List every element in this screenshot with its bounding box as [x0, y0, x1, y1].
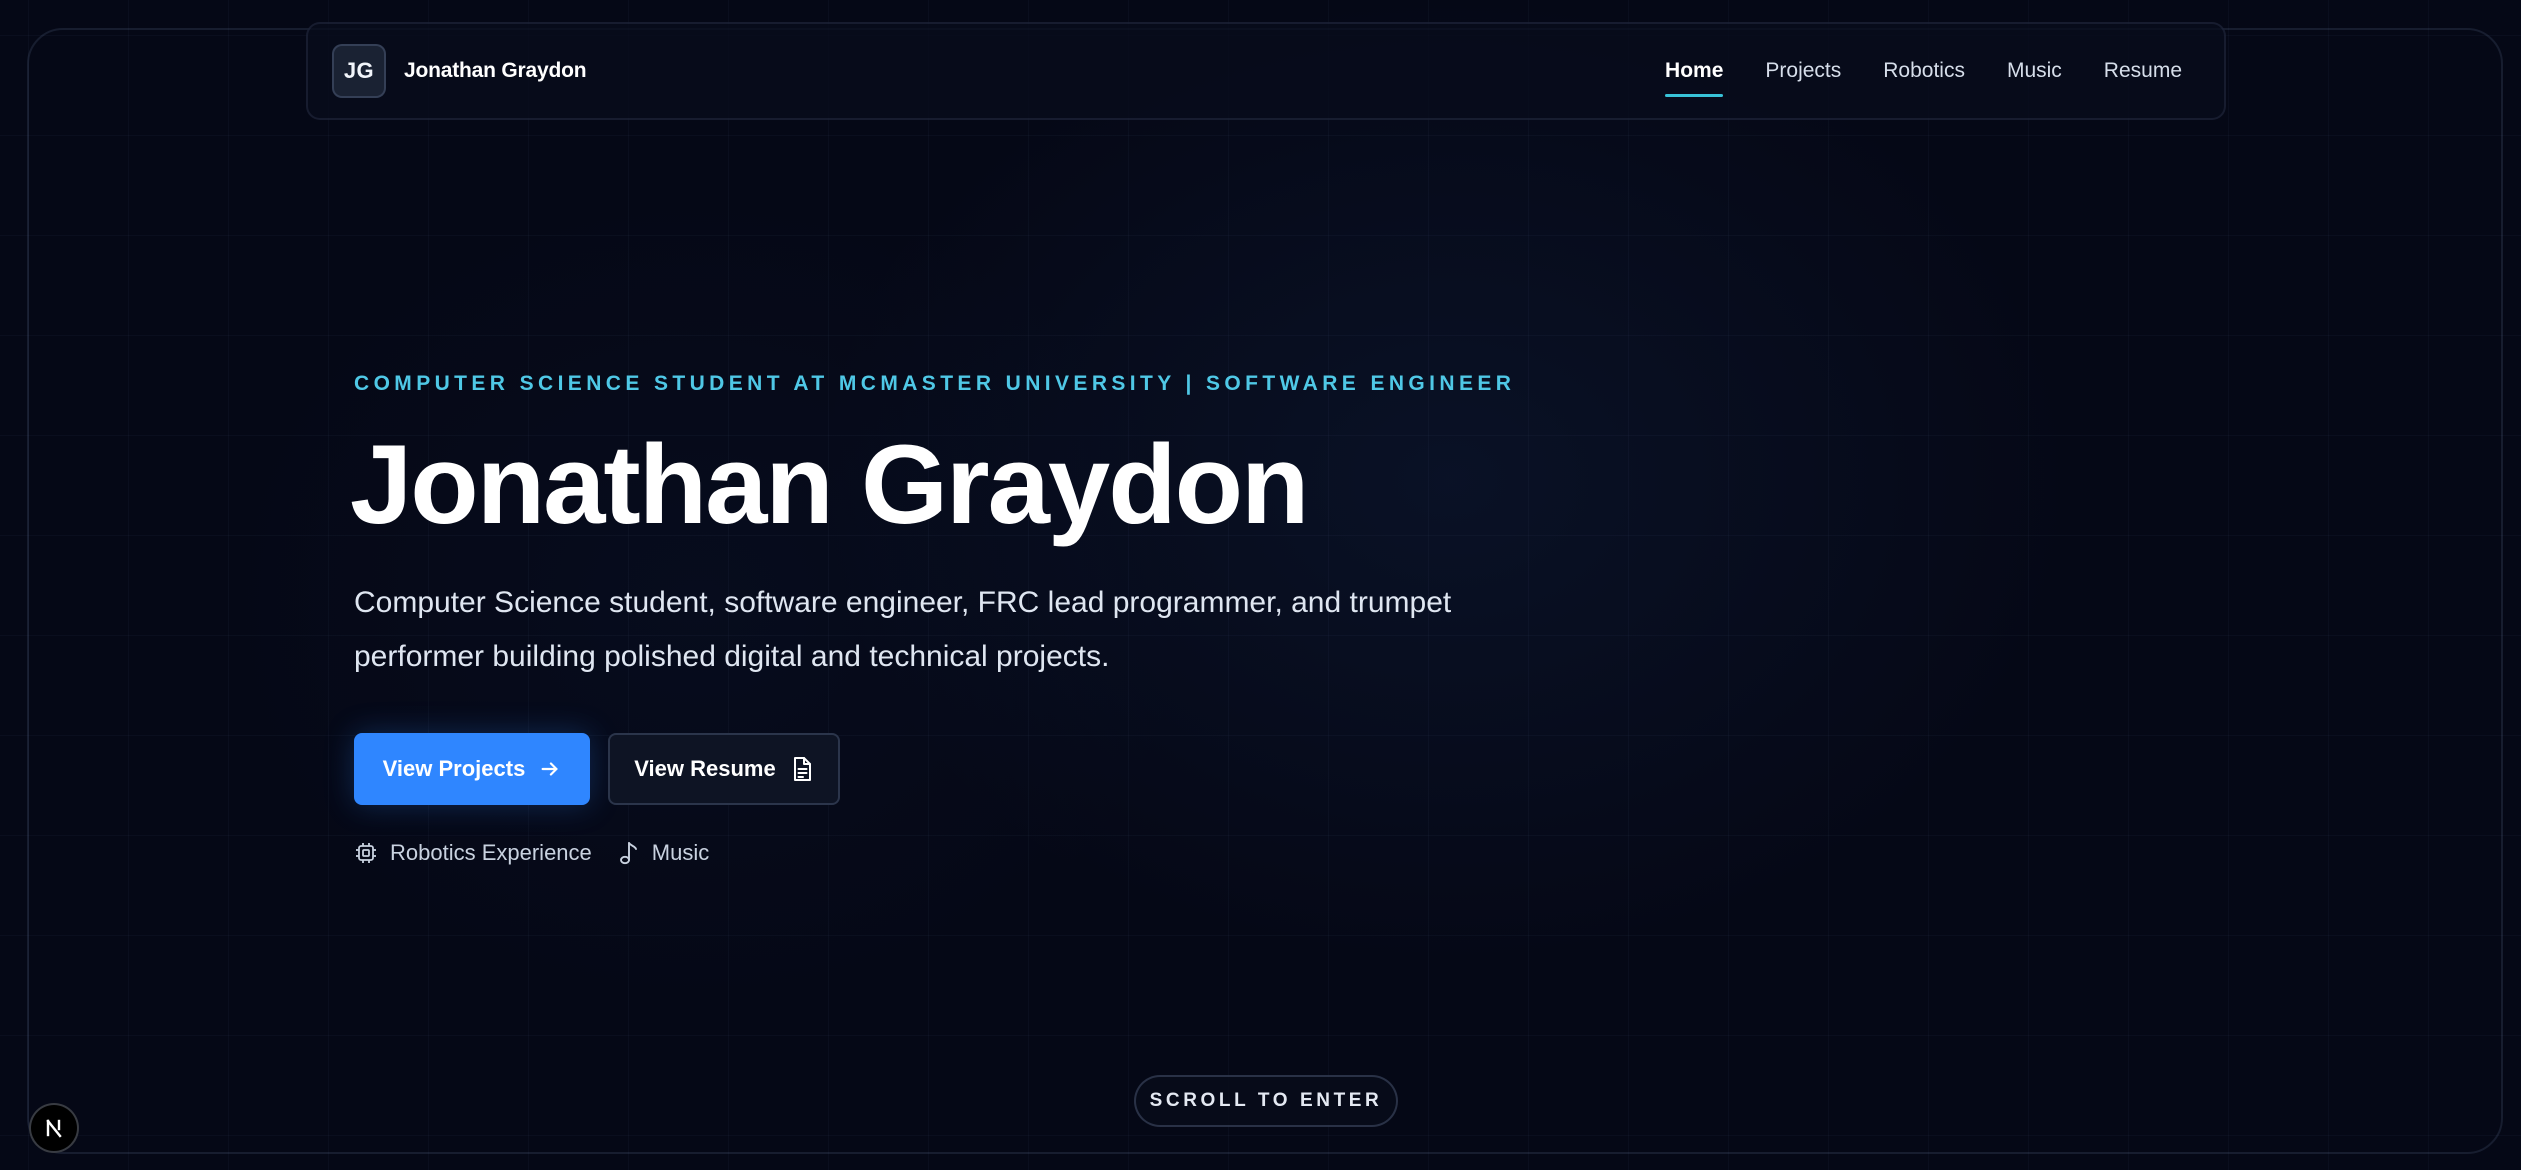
- music-note-icon: [618, 840, 640, 866]
- hero-chips: Robotics Experience Music: [354, 840, 709, 866]
- chip-icon: [354, 841, 378, 865]
- chip-robotics-label: Robotics Experience: [390, 840, 592, 865]
- view-resume-button[interactable]: View Resume: [608, 733, 840, 805]
- nav-link-music[interactable]: Music: [2007, 51, 2062, 91]
- nav-link-robotics[interactable]: Robotics: [1883, 51, 1965, 91]
- hero-title: Jonathan Graydon: [350, 422, 1309, 547]
- chip-music[interactable]: Music: [618, 840, 709, 866]
- chip-music-label: Music: [651, 840, 710, 865]
- navbar: JG Jonathan Graydon Home Projects Roboti…: [306, 22, 2226, 120]
- brand-initials-badge: JG: [332, 44, 386, 98]
- nav-link-home[interactable]: Home: [1665, 51, 1724, 97]
- brand-link[interactable]: JG Jonathan Graydon: [332, 44, 587, 98]
- chip-robotics-experience[interactable]: Robotics Experience: [354, 840, 592, 866]
- hero-eyebrow: COMPUTER SCIENCE STUDENT AT MCMASTER UNI…: [354, 372, 1516, 395]
- nav-links: Home Projects Robotics Music Resume: [1665, 24, 2182, 118]
- nav-link-projects[interactable]: Projects: [1765, 51, 1841, 91]
- nextjs-logo-icon[interactable]: [29, 1103, 79, 1153]
- page: JG Jonathan Graydon Home Projects Roboti…: [0, 0, 2521, 1170]
- view-projects-button[interactable]: View Projects: [354, 733, 590, 805]
- scroll-to-enter-button[interactable]: SCROLL TO ENTER: [1134, 1075, 1398, 1127]
- arrow-right-icon: [539, 758, 561, 780]
- document-icon: [790, 756, 814, 782]
- nav-link-resume[interactable]: Resume: [2104, 51, 2182, 91]
- hero-description: Computer Science student, software engin…: [354, 586, 1452, 673]
- brand-name: Jonathan Graydon: [404, 59, 587, 82]
- view-projects-label: View Projects: [382, 756, 526, 781]
- view-resume-label: View Resume: [634, 756, 776, 781]
